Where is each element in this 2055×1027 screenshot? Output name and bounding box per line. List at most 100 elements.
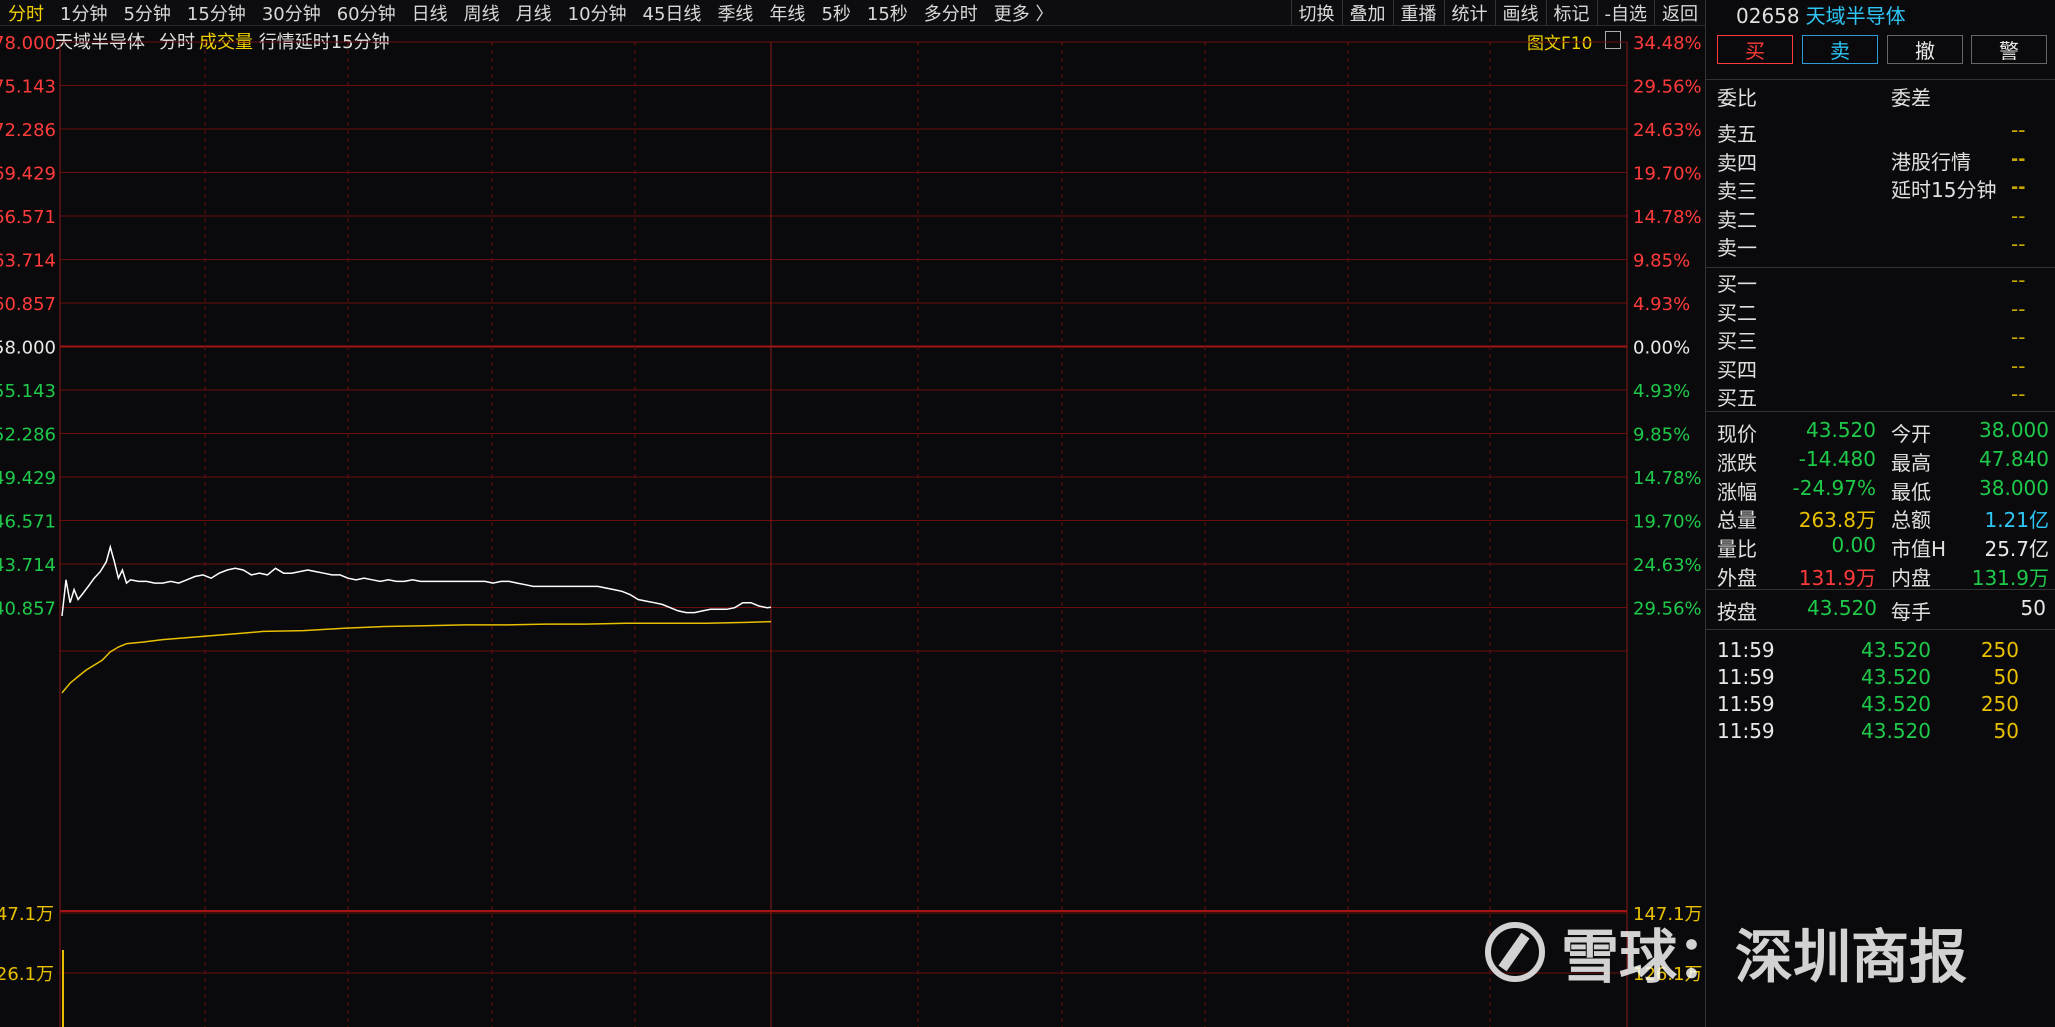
buy-button[interactable]: 买	[1717, 35, 1793, 64]
tick-volume: 50	[1993, 719, 2019, 743]
bid-level-value: --	[2011, 296, 2026, 321]
xueqiu-logo-icon	[1485, 922, 1545, 982]
stat-value: 131.9万	[1971, 566, 2049, 590]
ask-level-label: 卖二	[1717, 207, 1757, 232]
pct-tick-label: 19.70%	[1633, 512, 1702, 533]
pct-tick-label: 14.78%	[1633, 207, 1702, 228]
stat-value: 43.520	[1806, 418, 1876, 442]
stat-value: -24.97%	[1792, 475, 1876, 500]
price-tick-label: 66.571	[0, 207, 56, 228]
stat-value: -14.480	[1798, 446, 1876, 471]
price-tick-label: 78.000	[0, 33, 56, 54]
volume-tick-left: 147.1万	[0, 904, 54, 925]
pct-tick-label: 0.00%	[1633, 338, 1690, 359]
stat-label: 涨幅	[1717, 479, 1757, 504]
stat-label: 总额	[1891, 508, 1931, 533]
volume-tick-left: 126.1万	[0, 964, 54, 985]
stock-title: 02658 天域半导体	[1736, 0, 1906, 29]
pct-tick-label: 4.93%	[1633, 381, 1690, 402]
stat-label: 涨跌	[1717, 450, 1757, 475]
price-tick-label: 52.286	[0, 425, 56, 446]
pct-tick-label: 29.56%	[1633, 77, 1702, 98]
stat-value: 25.7亿	[1984, 537, 2049, 562]
stat-label: 外盘	[1717, 566, 1757, 590]
price-tick-label: 60.857	[0, 294, 56, 315]
ask-level-label: 卖一	[1717, 236, 1757, 260]
tick-time: 11:59	[1717, 719, 1775, 743]
ask-level-label: 卖三	[1717, 179, 1757, 203]
bid-level-value: --	[2011, 325, 2026, 349]
tick-time: 11:59	[1717, 638, 1775, 662]
sell-button[interactable]: 卖	[1802, 35, 1878, 64]
stock-code: 02658	[1736, 4, 1800, 28]
alert-button[interactable]: 警	[1971, 35, 2047, 64]
weibi-label: 委比	[1717, 86, 1757, 110]
stat-label: 总量	[1717, 508, 1757, 533]
ask-level-value: --	[2011, 232, 2026, 256]
price-tick-label: 55.143	[0, 381, 56, 402]
tick-volume: 250	[1980, 638, 2019, 662]
tick-price: 43.520	[1861, 719, 1931, 743]
price-tick-label: 75.143	[0, 77, 56, 98]
stat-value: 0.00	[1831, 533, 1876, 558]
stat-value: 47.840	[1979, 446, 2049, 471]
stat-value: 38.000	[1979, 475, 2049, 500]
lot-size-label: 每手	[1891, 600, 1931, 624]
bid-level-label: 买四	[1717, 357, 1757, 382]
tick-price: 43.520	[1861, 665, 1931, 689]
price-tick-label: 43.714	[0, 555, 56, 576]
pct-tick-label: 14.78%	[1633, 468, 1702, 489]
bid-level-label: 买五	[1717, 386, 1757, 410]
delay-15min-note: 延时15分钟	[1891, 178, 1997, 202]
stat-label: 最低	[1891, 479, 1931, 504]
tick-price: 43.520	[1861, 692, 1931, 716]
watermark-text: 雪球：深圳商报	[1561, 923, 1968, 991]
stat-label: 内盘	[1891, 566, 1931, 590]
weicha-label: 委差	[1891, 86, 1931, 110]
quote-panel: 02658 天域半导体 买 卖 撤 警 委比 委差 卖五 -- 卖四 -- 卖三 -- 卖二 -…	[1705, 0, 2055, 1027]
note-dash: --	[2011, 174, 2026, 198]
tick-volume: 250	[1980, 692, 2019, 716]
stat-label: 量比	[1717, 537, 1757, 562]
stat-value: 263.8万	[1798, 508, 1876, 533]
pct-tick-label: 9.85%	[1633, 425, 1690, 446]
tick-time: 11:59	[1717, 665, 1775, 689]
bid-level-label: 买二	[1717, 300, 1757, 325]
lot-size-value: 50	[2020, 596, 2046, 620]
ask-level-label: 卖五	[1717, 122, 1757, 146]
bid-level-value: --	[2011, 382, 2026, 406]
bid-level-label: 买一	[1717, 272, 1757, 296]
stat-label: 最高	[1891, 450, 1931, 475]
pct-tick-label: 19.70%	[1633, 164, 1702, 185]
stock-name: 天域半导体	[1805, 4, 1906, 28]
stat-label: 今开	[1891, 422, 1931, 446]
ask-level-label: 卖四	[1717, 150, 1757, 175]
ask-level-value: --	[2011, 203, 2026, 228]
price-tick-label: 69.429	[0, 164, 56, 185]
pct-tick-label: 9.85%	[1633, 251, 1690, 272]
price-tick-label: 72.286	[0, 120, 56, 141]
bid-level-value: --	[2011, 268, 2026, 292]
xueqiu-watermark: 雪球：深圳商报	[1485, 910, 1967, 994]
cancel-order-button[interactable]: 撤	[1887, 35, 1963, 64]
stat-value: 131.9万	[1798, 566, 1876, 590]
tick-volume: 50	[1993, 665, 2019, 689]
anpan-label: 按盘	[1717, 600, 1757, 624]
stat-value: 38.000	[1979, 418, 2049, 442]
bid-level-label: 买三	[1717, 329, 1757, 353]
note-dash: --	[2011, 146, 2026, 170]
price-tick-label: 40.857	[0, 599, 56, 620]
pct-tick-label: 29.56%	[1633, 599, 1702, 620]
price-tick-label: 58.000	[0, 338, 56, 359]
pct-tick-label: 24.63%	[1633, 555, 1702, 576]
weicha-dash: --	[2011, 118, 2026, 142]
stat-label: 市值H	[1891, 537, 1947, 562]
price-tick-label: 49.429	[0, 468, 56, 489]
pct-tick-label: 4.93%	[1633, 294, 1690, 315]
intraday-chart[interactable]: 78.000 34.48% 75.143 29.56% 72.286 24.63% 69.4…	[0, 0, 1705, 1027]
price-line	[61, 544, 772, 616]
pct-tick-label: 24.63%	[1633, 120, 1702, 141]
stat-label: 现价	[1717, 422, 1757, 446]
pct-tick-label: 34.48%	[1633, 33, 1702, 54]
anpan-value: 43.520	[1807, 596, 1877, 620]
